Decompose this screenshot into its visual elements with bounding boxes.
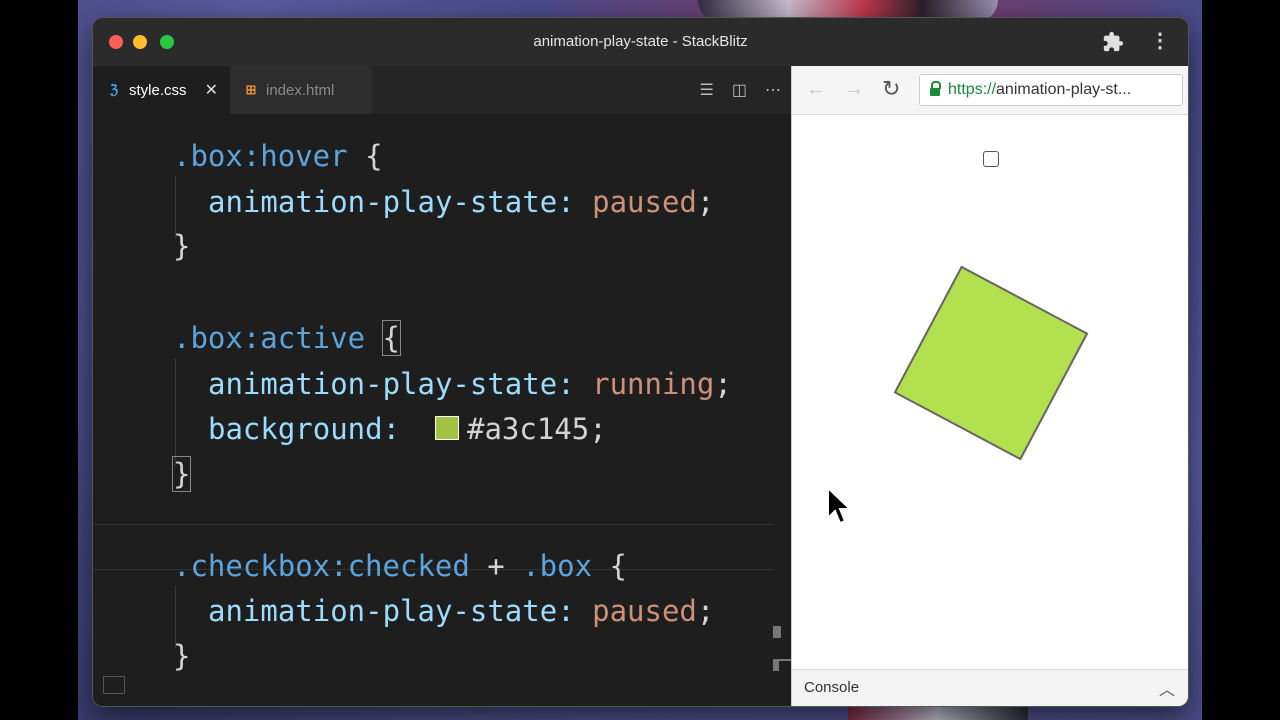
tab-label: index.html [266,81,335,99]
url-bar[interactable]: https://animation-play-st... [919,74,1183,106]
scrollbar-marker [773,626,781,638]
panel-toggle-icon[interactable] [103,676,125,694]
extensions-puzzle-icon[interactable] [1102,31,1124,53]
code-line: } [173,639,191,673]
chevron-up-icon[interactable]: ︿ [1159,676,1175,700]
scrollbar-marker [773,659,791,671]
back-arrow-icon[interactable]: ← [806,78,826,101]
tab-label: style.css [129,81,187,99]
code-editor: ℨ style.css ✕ ⊞ index.html ☰ ◫ ⋯ .box:ho… [93,66,791,706]
reload-icon[interactable]: ↻ [882,76,900,102]
editor-toolbar: ☰ ◫ ⋯ [700,80,781,100]
lock-icon [930,81,941,96]
more-actions-icon[interactable]: ⋯ [765,80,781,100]
preview-navbar: ← → ↻ https://animation-play-st... [792,66,1188,115]
code-line: } [171,456,192,492]
split-editor-icon[interactable]: ◫ [732,80,747,100]
wallpaper-art [848,704,1028,720]
editor-tabs: ℨ style.css ✕ ⊞ index.html ☰ ◫ ⋯ [93,66,791,114]
pause-checkbox[interactable] [983,151,999,167]
code-line: animation-play-state: paused; [208,594,715,628]
indent-guide [175,358,176,466]
mouse-pointer-icon [827,486,853,525]
more-options-icon[interactable]: ⋮ [1150,30,1170,52]
code-line: background: #a3c145; [208,412,607,446]
code-line: animation-play-state: running; [208,367,732,401]
code-line: .box:active { [173,320,402,356]
tab-style-css[interactable]: ℨ style.css ✕ [93,66,230,114]
url-text: https://animation-play-st... [948,81,1132,98]
code-line: animation-play-state: paused; [208,185,715,219]
code-area[interactable]: .box:hover { animation-play-state: pause… [93,114,791,706]
title-bar: animation-play-state - StackBlitz ⋮ [93,18,1188,67]
preview-pane: ← → ↻ https://animation-play-st... Conso… [791,66,1188,706]
code-line: .box:hover { [173,139,383,173]
color-swatch[interactable] [434,416,459,440]
html-file-icon: ⊞ [245,82,257,97]
console-panel[interactable]: Console ︿ [792,669,1188,706]
animated-box[interactable] [893,265,1089,461]
code-line: .checkbox:checked + .box { [173,549,627,583]
forward-arrow-icon[interactable]: → [844,78,864,101]
browser-window: animation-play-state - StackBlitz ⋮ ℨ st… [93,18,1188,706]
tab-index-html[interactable]: ⊞ index.html [230,66,372,114]
css-file-icon: ℨ [109,82,118,97]
close-tab-icon[interactable]: ✕ [205,80,218,100]
code-line: } [173,229,191,263]
outline-icon[interactable]: ☰ [700,80,714,100]
window-title: animation-play-state - StackBlitz [533,33,748,50]
console-label: Console [804,679,860,696]
